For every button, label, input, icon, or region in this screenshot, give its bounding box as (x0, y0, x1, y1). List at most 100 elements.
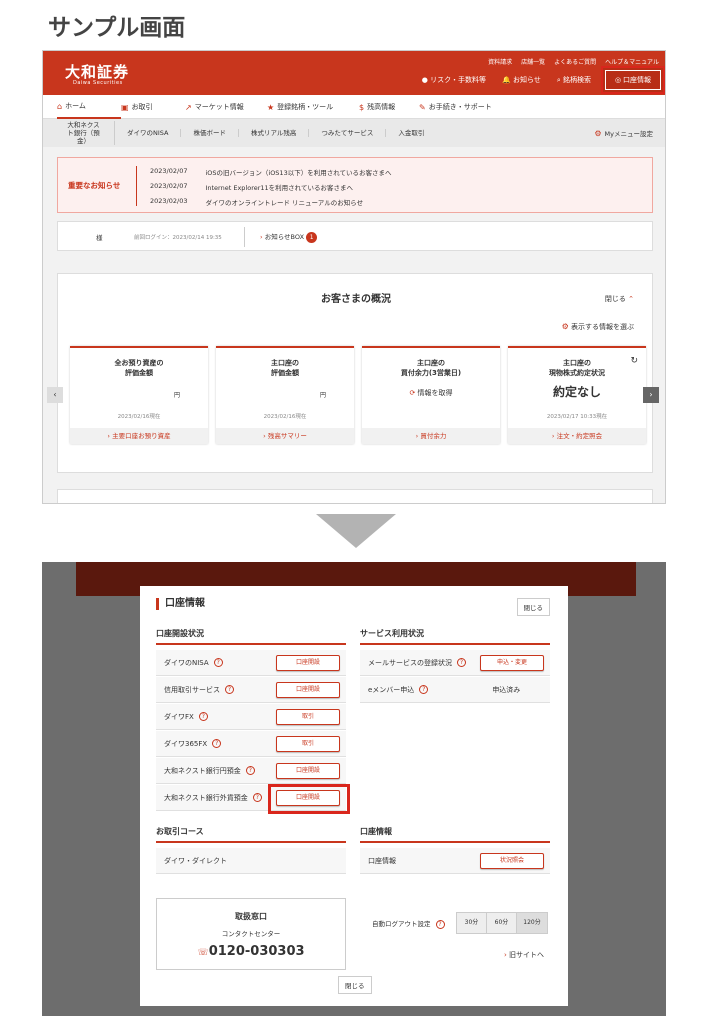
emember-status: 申込済み (492, 685, 521, 694)
page-title: サンプル画面 (48, 15, 186, 41)
card-link[interactable]: › 残高サマリー (216, 428, 354, 444)
chart-icon: ↗ (185, 102, 192, 112)
sub-nav: 大和ネクスト銀行（預金） ダイワのNISA 株価ボード 株式リアル残高 つみたて… (43, 119, 665, 147)
gear-icon: ⚙ (561, 322, 569, 331)
display-setting-link[interactable]: ⚙ 表示する情報を選ぶ (562, 322, 634, 332)
help-icon[interactable]: ? (225, 685, 234, 694)
service-row: eメンバー申込? 申込済み (360, 677, 550, 703)
section-service: サービス利用状況 (360, 628, 550, 645)
trade-button[interactable]: 取引 (276, 709, 340, 725)
search-icon: ⌕ (556, 76, 561, 84)
open-button[interactable]: 口座開設 (276, 655, 340, 671)
overview-panel: お客さまの概況 閉じる ⌃ ⚙ 表示する情報を選ぶ 全お預り資産の 評価金額 円 … (57, 273, 653, 473)
down-arrow-icon (316, 514, 396, 548)
subnav-item[interactable]: 大和ネクスト銀行（預金） (53, 121, 115, 145)
section-account: 口座情報 (360, 826, 550, 843)
bell-icon: 🔔 (502, 76, 511, 84)
card-link[interactable]: › 注文・約定照会 (508, 428, 646, 444)
nav-support[interactable]: ✎ お手続き・サポート (419, 95, 509, 119)
header-link[interactable]: 店舗一覧 (521, 57, 545, 66)
subnav-item[interactable]: 入金取引 (386, 129, 436, 137)
contact-sub: コンタクトセンター (221, 930, 281, 938)
nav-balance[interactable]: $ 残高情報 (359, 95, 419, 119)
nav-home[interactable]: ⌂ ホーム (57, 95, 121, 119)
top-screenshot: 大和証券 Daiwa Securities 資料請求 店舗一覧 よくあるご質問 … (42, 50, 666, 504)
star-icon: ★ (267, 102, 275, 112)
refresh-icon: ⟳ (409, 389, 416, 397)
account-info-modal: 口座情報 閉じる 口座開設状況 ダイワのNISA? 口座開設 信用取引サービス?… (140, 586, 568, 1006)
important-notice: 重要なお知らせ 2023/02/07 iOSの旧バージョン（iOS13以下）を利用… (57, 157, 653, 213)
logo-sub: Daiwa Securities (73, 80, 123, 86)
nav-tools[interactable]: ★ 登録銘柄・ツール (267, 95, 359, 119)
help-icon[interactable]: ? (435, 920, 445, 929)
modal-close-button[interactable]: 閉じる (516, 598, 550, 616)
dollar-icon: $ (359, 102, 365, 112)
help-icon[interactable]: ? (212, 739, 222, 748)
trade-icon: ▣ (121, 102, 129, 112)
subnav-item[interactable]: 株価ボード (181, 129, 239, 137)
help-icon[interactable]: ? (198, 712, 208, 721)
news-link[interactable]: 🔔 お知らせ (502, 75, 541, 85)
old-site-link[interactable]: › 旧サイトへ (504, 950, 544, 960)
status-inquiry-button[interactable]: 状況照会 (480, 853, 544, 869)
help-icon[interactable]: ? (252, 793, 262, 802)
help-icon[interactable]: ? (213, 658, 223, 667)
header-link[interactable]: ヘルプ＆マニュアル (605, 57, 659, 66)
overview-close[interactable]: 閉じる ⌃ (605, 294, 634, 304)
bottom-screenshot: 口座情報 閉じる 口座開設状況 ダイワのNISA? 口座開設 信用取引サービス?… (42, 562, 666, 1016)
header-link[interactable]: よくあるご質問 (554, 57, 596, 66)
contact-phone[interactable]: ☏0120-030303 (157, 944, 345, 959)
chevron-up-icon: ⌃ (628, 295, 634, 303)
subnav-item[interactable]: ダイワのNISA (115, 129, 182, 137)
risk-fee-link[interactable]: ● リスク・手数料等 (422, 75, 486, 85)
help-icon[interactable]: ? (457, 658, 466, 667)
subnav-item[interactable]: つみたてサービス (309, 129, 387, 137)
open-button[interactable]: 口座開設 (276, 682, 340, 698)
logout-60[interactable]: 60分 (487, 913, 517, 933)
gear-icon: ⚙ (594, 128, 602, 138)
notice-row[interactable]: 2023/02/07 Internet Explorer11を利用されているお客さ… (150, 182, 353, 192)
logout-30[interactable]: 30分 (457, 913, 487, 933)
modal-bottom-close[interactable]: 閉じる (338, 976, 372, 994)
notice-count-badge: 1 (306, 232, 318, 243)
trade-button[interactable]: 取引 (276, 736, 340, 752)
header-links-2: ● リスク・手数料等 🔔 お知らせ ⌕ 銘柄検索 (422, 75, 591, 85)
summary-card: 主口座の 買付余力(3営業日) ⟳ 情報を取得 › 買付余力 (362, 346, 500, 444)
summary-card: 主口座の 評価金額 円 2023/02/16現在 › 残高サマリー (216, 346, 354, 444)
header-link[interactable]: 資料請求 (488, 57, 512, 66)
carousel-prev[interactable]: ‹ (47, 387, 63, 403)
notice-box-link[interactable]: › お知らせBOX 1 (260, 231, 318, 243)
card-link[interactable]: › 主要口座お預り資産 (70, 428, 208, 444)
carousel-next[interactable]: › (643, 387, 659, 403)
subnav-item[interactable]: 株式リアル残高 (239, 129, 310, 137)
chevron-right-icon: › (504, 951, 507, 959)
fetch-info[interactable]: ⟳ 情報を取得 (362, 388, 500, 398)
logo[interactable]: 大和証券 (65, 61, 129, 82)
phone-icon: ☏ (197, 948, 209, 958)
stock-search-link[interactable]: ⌕ 銘柄検索 (557, 75, 591, 85)
auto-logout-label: 自動ログアウト設定? (372, 918, 445, 929)
chevron-right-icon: › (260, 233, 263, 241)
summary-card: 全お預り資産の 評価金額 円 2023/02/16現在 › 主要口座お預り資産 (70, 346, 208, 444)
course-row: ダイワ・ダイレクト (156, 848, 346, 874)
notice-row[interactable]: 2023/02/03 ダイワのオンライントレード リニューアルのお知らせ (150, 197, 363, 207)
open-button[interactable]: 口座開設 (276, 763, 340, 779)
coin-icon: ◎ (614, 76, 622, 84)
nav-market[interactable]: ↗ マーケット情報 (185, 95, 267, 119)
nav-trade[interactable]: ▣ お取引 (121, 95, 185, 119)
contact-box: 取扱窓口 コンタクトセンター ☏0120-030303 (156, 898, 346, 970)
help-icon[interactable]: ? (245, 766, 255, 775)
user-bar: 様 前回ログイン：2023/02/14 19:35 › お知らせBOX 1 (57, 221, 653, 251)
user-suffix: 様 (96, 234, 103, 242)
card-link[interactable]: › 買付余力 (362, 428, 500, 444)
mymenu-setting[interactable]: ⚙ Myメニュー設定 (594, 128, 653, 139)
logout-120[interactable]: 120分 (517, 913, 547, 933)
overview-title: お客さまの概況 (321, 294, 391, 305)
help-icon[interactable]: ? (419, 685, 429, 694)
last-login: 前回ログイン：2023/02/14 19:35 (134, 235, 222, 241)
apply-change-button[interactable]: 申込・変更 (480, 655, 544, 671)
account-info-button[interactable]: ◎ 口座情報 (601, 66, 665, 94)
reload-icon[interactable]: ↻ (630, 356, 638, 366)
contact-title: 取扱窓口 (235, 912, 267, 921)
notice-row[interactable]: 2023/02/07 iOSの旧バージョン（iOS13以下）を利用されているお客さ… (150, 167, 392, 177)
